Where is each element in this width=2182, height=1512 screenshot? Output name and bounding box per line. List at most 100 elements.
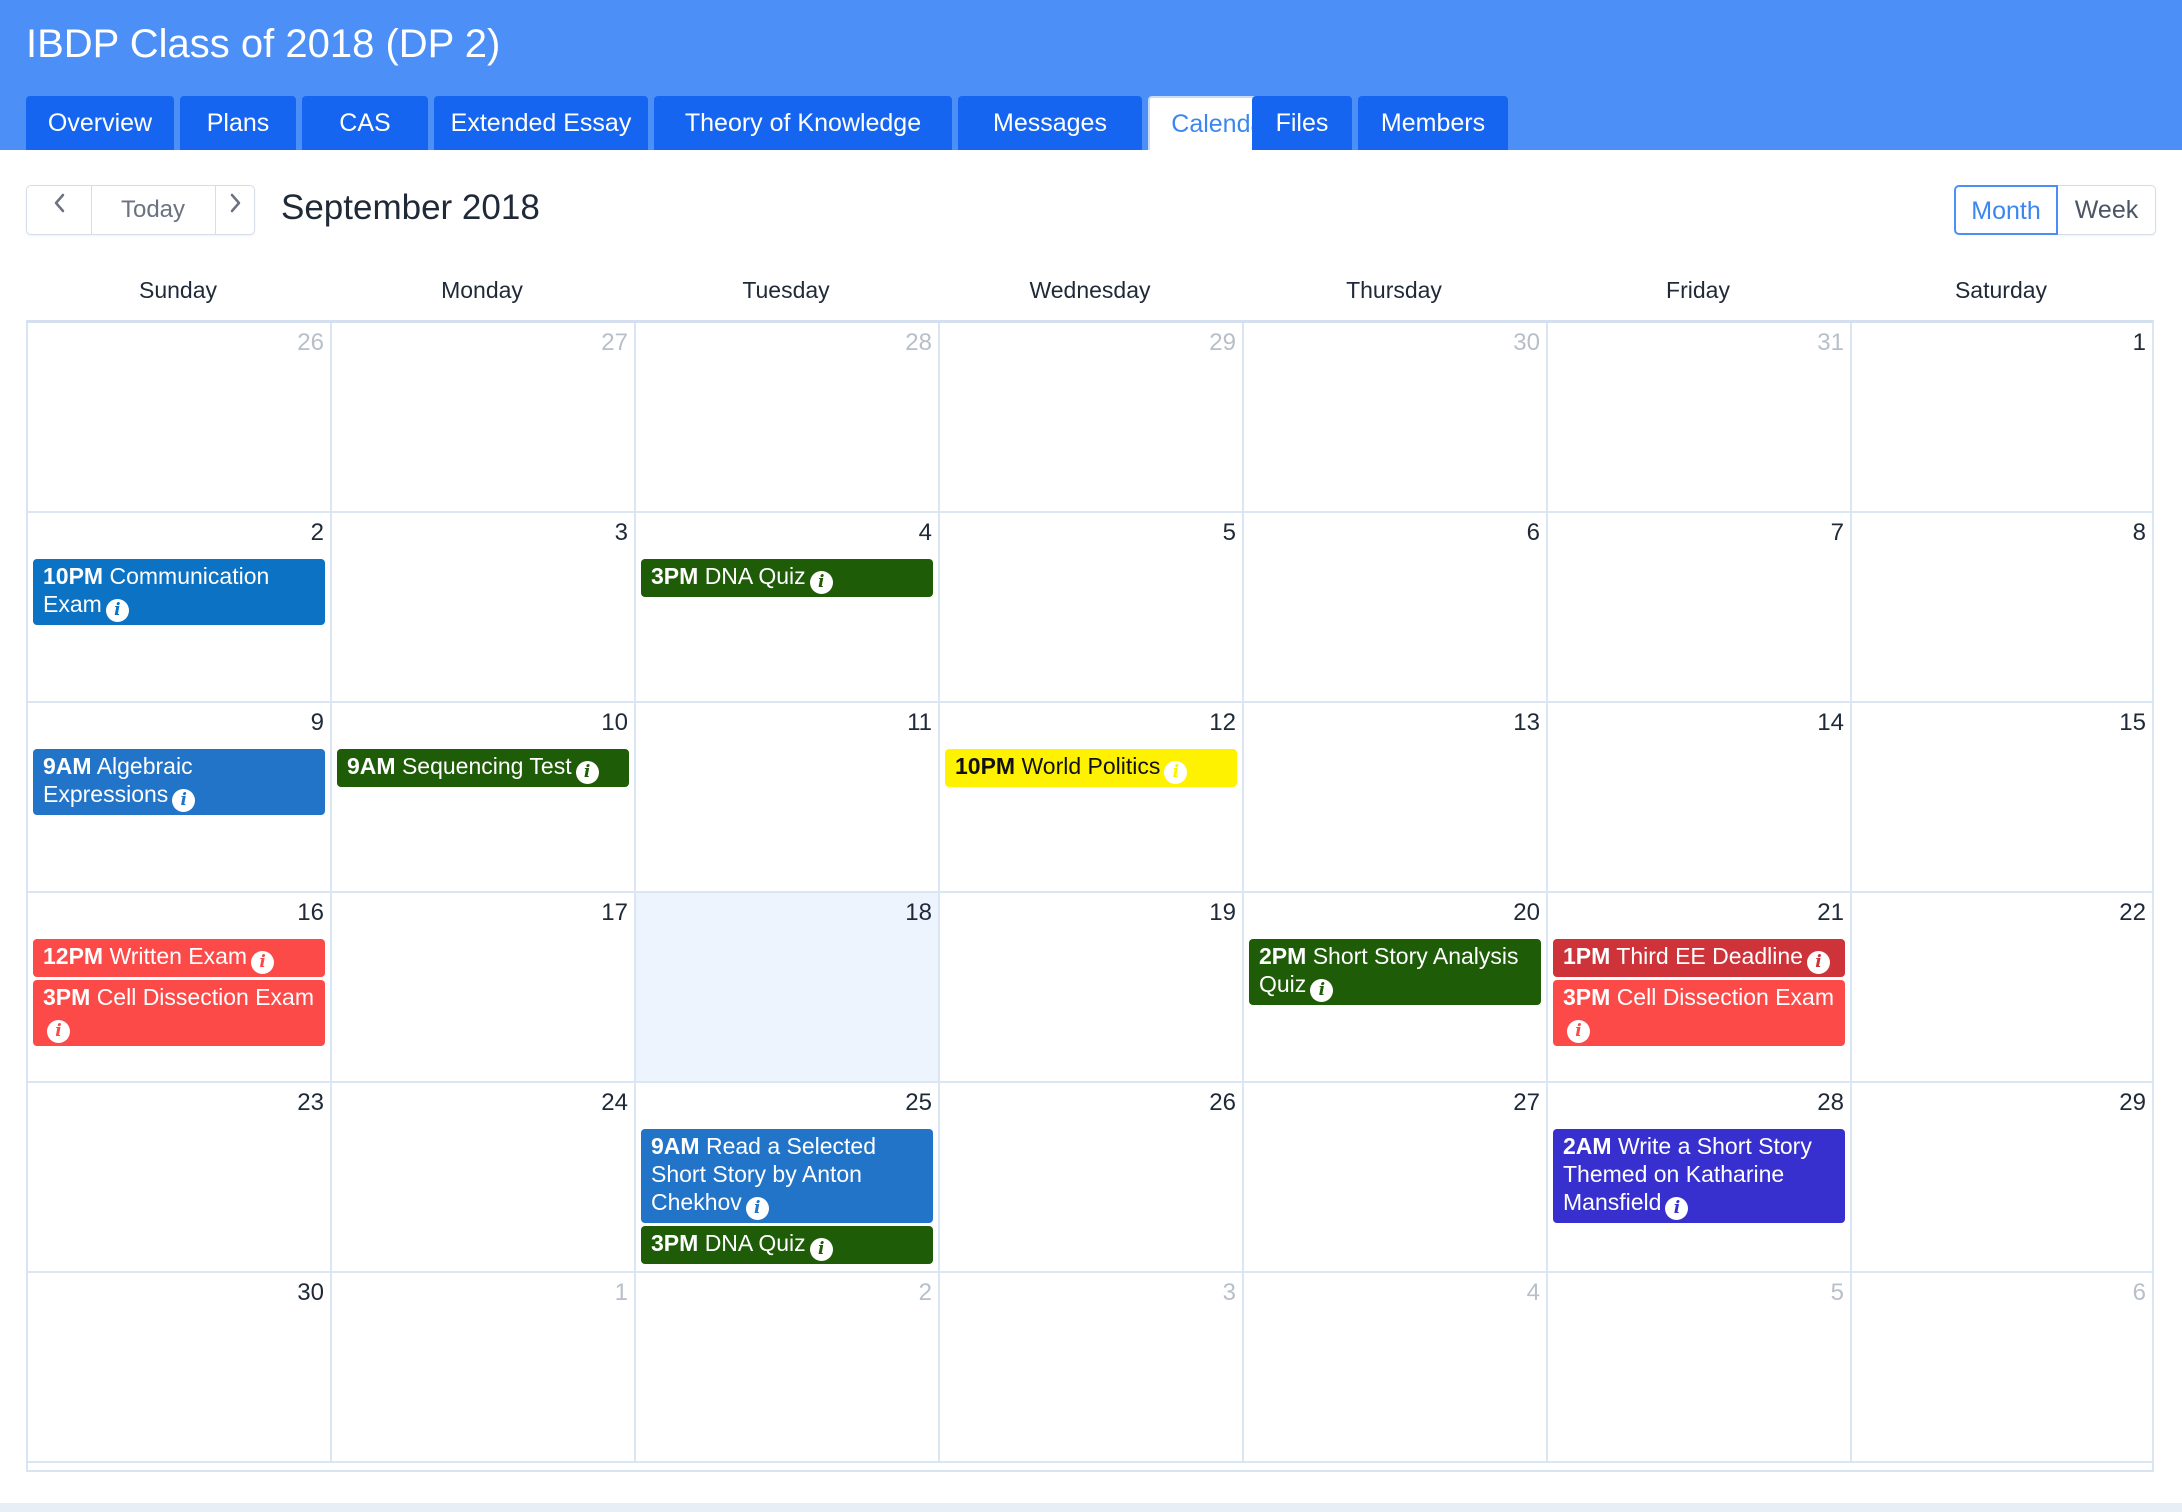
day-cell[interactable]: 24 [332, 1083, 636, 1273]
day-number: 23 [297, 1089, 324, 1116]
tab-overview[interactable]: Overview [26, 96, 174, 150]
day-cell[interactable]: 27 [332, 323, 636, 513]
day-number: 27 [1513, 1089, 1540, 1116]
day-cell[interactable]: 30 [28, 1273, 332, 1463]
weekday-header-friday: Friday [1666, 277, 1730, 303]
tab-cas[interactable]: CAS [302, 96, 428, 150]
day-cell[interactable]: 22 [1852, 893, 2154, 1083]
day-cell[interactable]: 18 [636, 893, 940, 1083]
info-icon[interactable]: i [1310, 979, 1334, 1002]
day-cell[interactable]: 19 [940, 893, 1244, 1083]
event-time: 10PM [955, 753, 1016, 779]
info-icon[interactable]: i [809, 571, 833, 594]
calendar-event[interactable]: 3PM DNA Quiz i [641, 1226, 933, 1264]
day-cell[interactable]: 4 [1244, 1273, 1548, 1463]
day-cell[interactable]: 6 [1244, 513, 1548, 703]
day-number: 22 [2119, 899, 2146, 926]
day-cell[interactable]: 15 [1852, 703, 2154, 893]
day-cell[interactable]: 21 1PM Third EE Deadline i 3PM Cell Dissect… [1548, 893, 1852, 1083]
info-icon[interactable]: i [251, 951, 275, 974]
info-icon[interactable]: i [1567, 1020, 1590, 1043]
tab-files[interactable]: Files [1252, 96, 1352, 150]
day-cell[interactable]: 20 2PM Short Story Analysis Quiz i [1244, 893, 1548, 1083]
day-cell[interactable]: 6 [1852, 1273, 2154, 1463]
event-time: 3PM [651, 563, 699, 589]
day-cell[interactable]: 1 [332, 1273, 636, 1463]
day-number: 31 [1817, 329, 1844, 356]
day-cell[interactable]: 13 [1244, 703, 1548, 893]
day-cell[interactable]: 28 2AM Write a Short Story Themed on Kath… [1548, 1083, 1852, 1273]
month-view-button[interactable]: Month [1954, 185, 2058, 235]
calendar-event[interactable]: 9AM Sequencing Test i [337, 749, 629, 787]
day-cell[interactable]: 4 3PM DNA Quiz i [636, 513, 940, 703]
day-cell[interactable]: 27 [1244, 1083, 1548, 1273]
prev-month-button[interactable] [27, 186, 92, 234]
day-number: 30 [297, 1279, 324, 1306]
day-cell[interactable]: 11 [636, 703, 940, 893]
tab-messages[interactable]: Messages [958, 96, 1142, 150]
info-icon[interactable]: i [809, 1238, 833, 1261]
day-cell[interactable]: 26 [28, 323, 332, 513]
calendar-event[interactable]: 9AM Algebraic Expressions i [33, 749, 325, 815]
event-title: World Politics [1021, 753, 1161, 779]
event-time: 9AM [43, 753, 92, 779]
event-time: 9AM [347, 753, 396, 779]
day-cell[interactable]: 2 [636, 1273, 940, 1463]
calendar-event[interactable]: 3PM Cell Dissection Exam i [1553, 980, 1845, 1046]
day-cell[interactable]: 17 [332, 893, 636, 1083]
tab-extended-essay[interactable]: Extended Essay [434, 96, 648, 150]
event-time: 12PM [43, 943, 104, 969]
day-cell[interactable]: 9 9AM Algebraic Expressions i [28, 703, 332, 893]
event-title: Third EE Deadline [1616, 943, 1803, 969]
day-cell[interactable]: 3 [332, 513, 636, 703]
week-view-button[interactable]: Week [2058, 185, 2156, 235]
calendar-event[interactable]: 2AM Write a Short Story Themed on Kathar… [1553, 1129, 1845, 1223]
day-cell[interactable]: 8 [1852, 513, 2154, 703]
calendar-event[interactable]: 10PM World Politics i [945, 749, 1237, 787]
tab-members[interactable]: Members [1358, 96, 1508, 150]
day-cell[interactable]: 28 [636, 323, 940, 513]
day-cell[interactable]: 29 [940, 323, 1244, 513]
info-icon[interactable]: i [575, 761, 599, 784]
event-time: 1PM [1563, 943, 1611, 969]
calendar-event[interactable]: 3PM DNA Quiz i [641, 559, 933, 597]
day-cell[interactable]: 14 [1548, 703, 1852, 893]
next-month-button[interactable] [215, 186, 256, 234]
day-number: 4 [1526, 1279, 1540, 1306]
day-cell[interactable]: 31 [1548, 323, 1852, 513]
info-icon[interactable]: i [47, 1020, 70, 1043]
calendar-event[interactable]: 1PM Third EE Deadline i [1553, 939, 1845, 977]
calendar-event[interactable]: 10PM Communication Exam i [33, 559, 325, 625]
day-cell[interactable]: 25 9AM Read a Selected Short Story by Ant… [636, 1083, 940, 1273]
day-cell[interactable]: 5 [940, 513, 1244, 703]
calendar-event[interactable]: 2PM Short Story Analysis Quiz i [1249, 939, 1541, 1005]
day-cell[interactable]: 26 [940, 1083, 1244, 1273]
info-icon[interactable]: i [1665, 1197, 1689, 1220]
info-icon[interactable]: i [172, 789, 196, 812]
info-icon[interactable]: i [1164, 761, 1188, 784]
calendar-event[interactable]: 3PM Cell Dissection Exam i [33, 980, 325, 1046]
info-icon[interactable]: i [1806, 951, 1830, 974]
today-button[interactable]: Today [91, 186, 215, 234]
day-cell[interactable]: 5 [1548, 1273, 1852, 1463]
day-cell[interactable]: 12 10PM World Politics i [940, 703, 1244, 893]
day-cell[interactable]: 3 [940, 1273, 1244, 1463]
info-icon[interactable]: i [745, 1197, 769, 1220]
day-cell[interactable]: 16 12PM Written Exam i 3PM Cell Dissection … [28, 893, 332, 1083]
day-cell[interactable]: 23 [28, 1083, 332, 1273]
month-title: September 2018 [281, 188, 540, 227]
day-cell[interactable]: 1 [1852, 323, 2154, 513]
day-cell[interactable]: 29 [1852, 1083, 2154, 1273]
day-number: 2 [918, 1279, 932, 1306]
day-cell[interactable]: 7 [1548, 513, 1852, 703]
weekday-header-monday: Monday [441, 277, 523, 303]
info-icon[interactable]: i [105, 599, 129, 622]
app-header: IBDP Class of 2018 (DP 2) Overview Plans C… [0, 0, 2182, 150]
tab-theory-of-knowledge[interactable]: Theory of Knowledge [654, 96, 952, 150]
day-cell[interactable]: 2 10PM Communication Exam i [28, 513, 332, 703]
tab-plans[interactable]: Plans [180, 96, 296, 150]
day-cell[interactable]: 10 9AM Sequencing Test i [332, 703, 636, 893]
day-cell[interactable]: 30 [1244, 323, 1548, 513]
calendar-event[interactable]: 12PM Written Exam i [33, 939, 325, 977]
calendar-event[interactable]: 9AM Read a Selected Short Story by Anton… [641, 1129, 933, 1223]
